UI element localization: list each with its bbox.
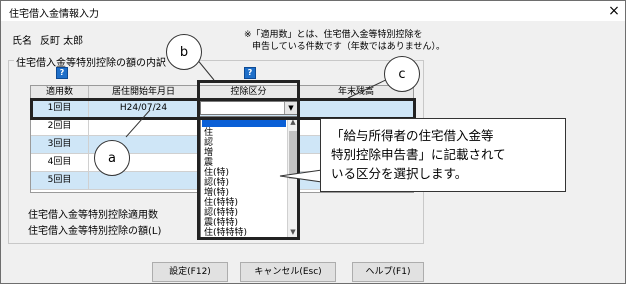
callout-a: a: [94, 140, 130, 176]
callout-b: b: [166, 34, 202, 70]
tip-box: 「給与所得者の住宅借入金等 特別控除申告書」に記載されて いる区分を選択します。: [320, 118, 566, 192]
tip-line-1: 「給与所得者の住宅借入金等: [331, 128, 494, 143]
leader-a: [125, 109, 151, 138]
tip-line-3: いる区分を選択します。: [331, 166, 468, 181]
tip-pointer: [279, 169, 323, 183]
tip-line-2: 特別控除申告書」に記載されて: [331, 147, 506, 162]
callout-c: c: [384, 56, 420, 92]
